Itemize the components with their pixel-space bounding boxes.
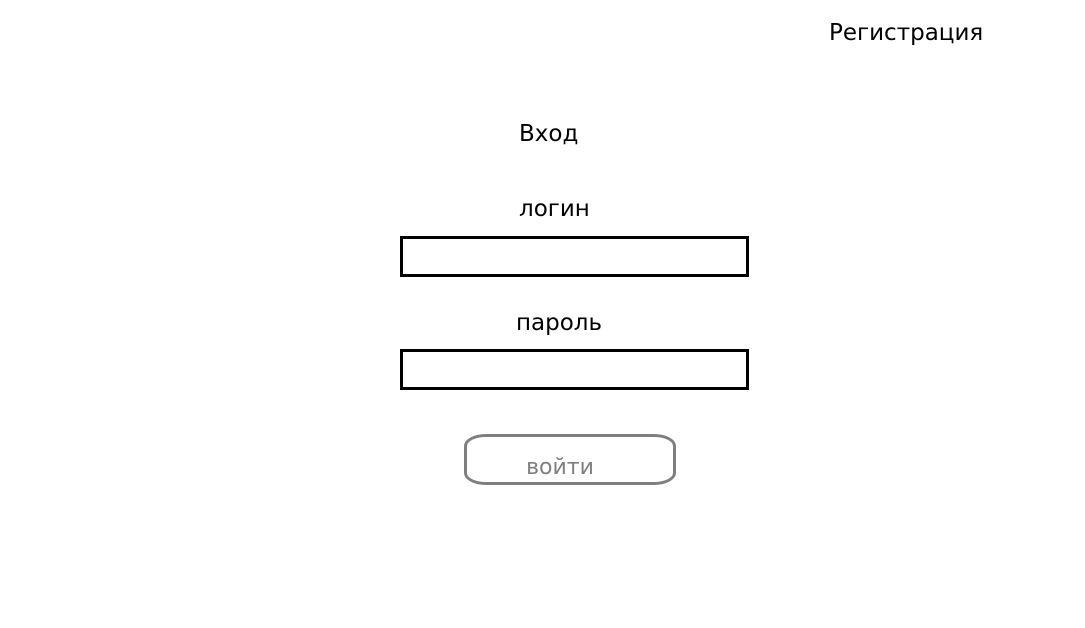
login-button[interactable]: войти [464, 434, 676, 485]
password-label: пароль [516, 310, 603, 336]
password-input[interactable] [400, 349, 749, 390]
register-link[interactable]: Регистрация [829, 18, 983, 48]
login-button-label: войти [526, 455, 594, 480]
login-input[interactable] [400, 236, 749, 277]
login-label: логин [519, 196, 590, 222]
page-title: Вход [519, 121, 579, 147]
